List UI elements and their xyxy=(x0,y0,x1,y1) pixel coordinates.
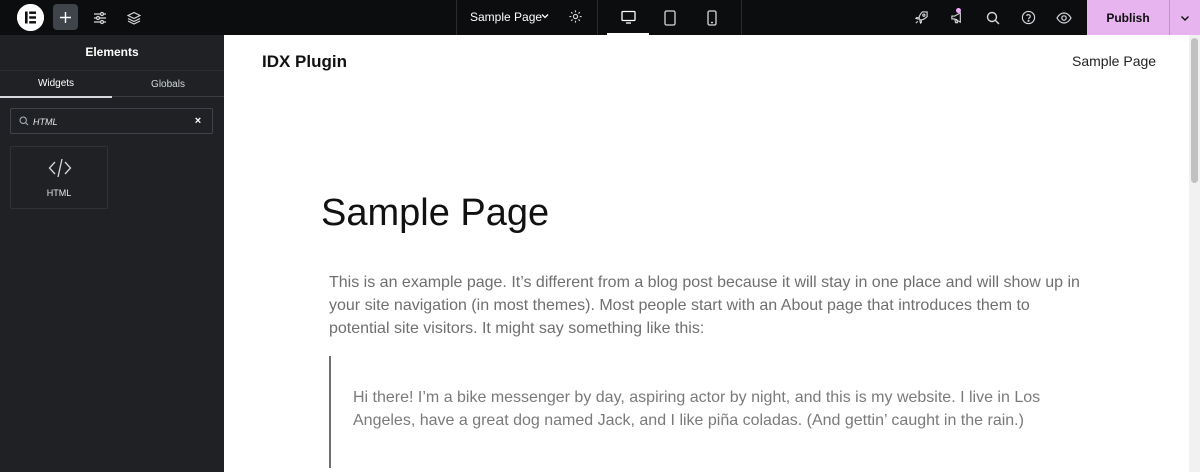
help-circle-icon xyxy=(1021,10,1035,25)
canvas-scrollbar[interactable] xyxy=(1189,35,1200,472)
code-icon xyxy=(48,158,72,178)
help-button[interactable] xyxy=(1014,0,1042,35)
chevron-down-icon[interactable] xyxy=(539,10,551,22)
tablet-view-button[interactable] xyxy=(649,0,691,35)
preview-button[interactable] xyxy=(1050,0,1078,35)
tab-widgets[interactable]: Widgets xyxy=(0,71,112,98)
layers-icon xyxy=(127,11,141,25)
elementor-logo-icon[interactable] xyxy=(17,4,44,31)
page-paragraph[interactable]: This is an example page. It’s different … xyxy=(329,271,1089,340)
elementor-editor: Sample Page Publish Elements Widgets Glo… xyxy=(0,0,1200,472)
mobile-icon xyxy=(707,9,717,26)
publish-options-button[interactable] xyxy=(1169,0,1200,35)
desktop-icon xyxy=(620,10,636,24)
widget-html[interactable]: HTML xyxy=(10,146,108,209)
widget-label: HTML xyxy=(46,188,72,198)
site-title[interactable]: IDX Plugin xyxy=(262,52,347,72)
elements-panel: Elements Widgets Globals × HTML xyxy=(0,35,224,472)
tablet-icon xyxy=(664,9,676,26)
sliders-icon xyxy=(94,11,106,24)
plus-icon xyxy=(60,11,71,23)
notification-dot xyxy=(956,8,961,13)
eye-icon xyxy=(1056,11,1072,24)
scrollbar-thumb[interactable] xyxy=(1191,38,1198,183)
desktop-view-button[interactable] xyxy=(607,0,649,35)
publish-button[interactable]: Publish xyxy=(1087,0,1169,35)
launch-button[interactable] xyxy=(907,0,935,35)
device-switcher xyxy=(598,0,742,35)
finder-button[interactable] xyxy=(979,0,1007,35)
structure-button[interactable] xyxy=(122,0,146,35)
mobile-view-button[interactable] xyxy=(691,0,733,35)
site-settings-button[interactable] xyxy=(88,0,112,35)
search-icon xyxy=(986,11,1000,24)
panel-title: Elements xyxy=(85,45,139,59)
panel-tabs: Widgets Globals xyxy=(0,70,224,98)
whats-new-button[interactable] xyxy=(943,0,971,35)
gear-icon[interactable] xyxy=(568,9,583,24)
clear-search-button[interactable]: × xyxy=(191,114,205,128)
blockquote-text: Hi there! I’m a bike messenger by day, a… xyxy=(353,389,1041,429)
add-element-button[interactable] xyxy=(53,4,78,30)
widget-search: × xyxy=(10,108,213,134)
search-icon xyxy=(19,116,29,126)
nav-item-sample-page[interactable]: Sample Page xyxy=(1072,53,1156,69)
blockquote[interactable]: Hi there! I’m a bike messenger by day, a… xyxy=(329,356,1089,468)
chevron-down-icon xyxy=(1181,15,1189,21)
preview-canvas[interactable]: IDX Plugin Sample Page Sample Page This … xyxy=(224,35,1189,472)
rocket-icon xyxy=(914,11,928,25)
search-input[interactable] xyxy=(33,114,183,129)
page-selector[interactable]: Sample Page xyxy=(456,0,598,35)
page-title[interactable]: Sample Page xyxy=(321,192,549,235)
top-bar: Sample Page Publish xyxy=(0,0,1200,35)
page-name[interactable]: Sample Page xyxy=(470,10,542,24)
tab-globals[interactable]: Globals xyxy=(112,71,224,98)
